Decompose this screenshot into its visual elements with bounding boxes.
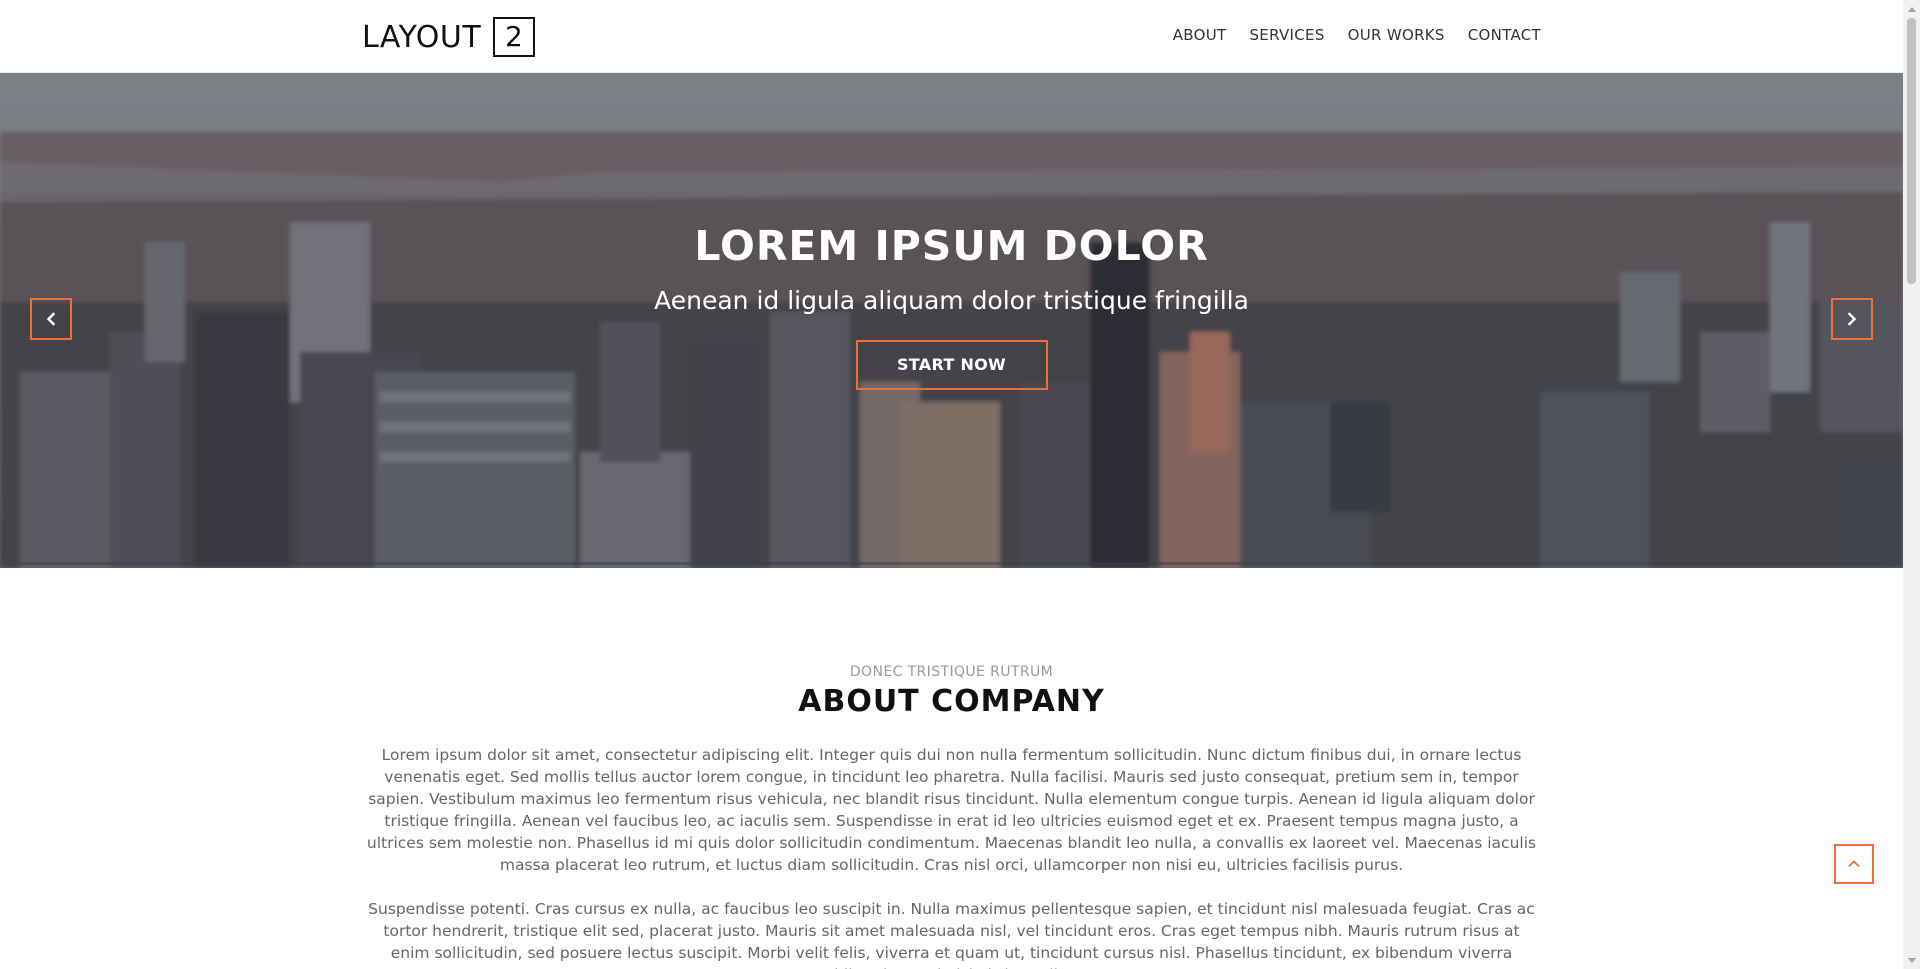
slider-progress-bar	[18, 562, 1884, 565]
brand-text: LAYOUT	[362, 19, 482, 55]
about-paragraph-2: Suspendisse potenti. Cras cursus ex null…	[368, 900, 1535, 969]
nav-link-about[interactable]: ABOUT	[1173, 26, 1227, 44]
brand-number-box: 2	[493, 17, 536, 57]
slider-prev-button[interactable]	[30, 298, 72, 340]
scrollbar-thumb[interactable]	[1907, 18, 1916, 284]
hero-subtitle: Aenean id ligula aliquam dolor tristique…	[654, 286, 1249, 315]
page-scrollbar[interactable]	[1903, 0, 1920, 969]
start-now-button[interactable]: START NOW	[855, 340, 1048, 390]
about-title: ABOUT COMPANY	[798, 684, 1105, 719]
nav-link-contact[interactable]: CONTACT	[1468, 26, 1541, 44]
hero-content: LOREM IPSUM DOLOR Aenean id ligula aliqu…	[0, 222, 1903, 390]
chevron-right-icon	[1847, 312, 1857, 326]
nav-link-services[interactable]: SERVICES	[1249, 26, 1324, 44]
about-kicker: DONEC TRISTIQUE RUTRUM	[849, 664, 1054, 680]
chevron-up-icon	[1848, 860, 1860, 868]
slider-next-button[interactable]	[1831, 298, 1873, 340]
main-nav: ABOUT SERVICES OUR WORKS CONTACT	[1173, 26, 1541, 44]
hero-slider: LOREM IPSUM DOLOR Aenean id ligula aliqu…	[0, 72, 1903, 568]
back-to-top-button[interactable]	[1834, 844, 1874, 884]
site-header: LAYOUT 2 ABOUT SERVICES OUR WORKS CONTAC…	[0, 0, 1903, 73]
hero-title: LOREM IPSUM DOLOR	[694, 222, 1209, 270]
about-paragraph-1: Lorem ipsum dolor sit amet, consectetur …	[366, 746, 1537, 874]
nav-link-our-works[interactable]: OUR WORKS	[1348, 26, 1445, 44]
chevron-left-icon	[46, 312, 56, 326]
scroll-down-arrow-icon[interactable]	[1903, 952, 1920, 969]
brand-logo[interactable]: LAYOUT 2	[362, 16, 536, 58]
page: LAYOUT 2 ABOUT SERVICES OUR WORKS CONTAC…	[0, 0, 1903, 969]
scroll-up-arrow-icon[interactable]	[1903, 0, 1920, 17]
about-section: DONEC TRISTIQUE RUTRUM ABOUT COMPANY Lor…	[0, 568, 1903, 969]
